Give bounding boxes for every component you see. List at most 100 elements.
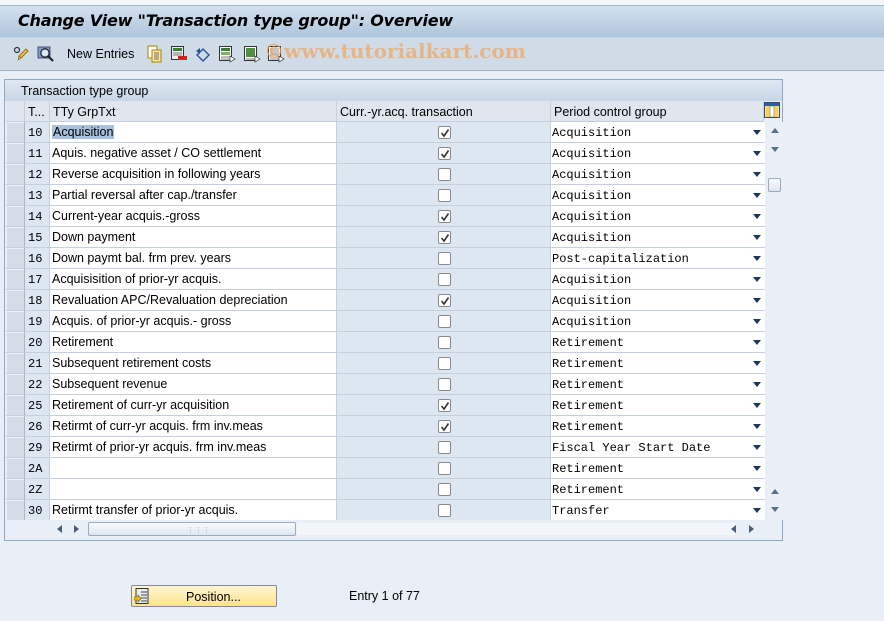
column-header-text[interactable]: TTy GrpTxt	[50, 101, 337, 122]
period-control-group-dropdown[interactable]: Retirement	[551, 416, 765, 437]
row-selector-button[interactable]	[6, 290, 25, 311]
new-entries-button[interactable]: New Entries	[67, 47, 134, 61]
column-header-period-control-group[interactable]: Period control group	[551, 101, 764, 122]
transaction-type-group-text-input[interactable]	[50, 479, 337, 500]
column-header-key[interactable]: T...	[25, 101, 50, 122]
period-control-group-dropdown[interactable]: Post-capitalization	[551, 248, 765, 269]
curr-yr-acq-checkbox[interactable]	[438, 483, 451, 496]
transaction-type-group-text-input[interactable]: Retirmt transfer of prior-yr acquis.	[50, 500, 337, 521]
row-selector-button[interactable]	[6, 269, 25, 290]
dropdown-arrow-icon[interactable]	[753, 508, 761, 513]
row-selector-button[interactable]	[6, 311, 25, 332]
table-settings-icon[interactable]	[764, 102, 780, 118]
select-all-icon[interactable]	[218, 45, 236, 63]
transaction-type-group-text-input[interactable]	[50, 458, 337, 479]
transaction-type-group-text-input[interactable]: Reverse acquisition in following years	[50, 164, 337, 185]
curr-yr-acq-checkbox[interactable]	[438, 273, 451, 286]
period-control-group-dropdown[interactable]: Acquisition	[551, 269, 765, 290]
transaction-type-group-text-input[interactable]: Acquisisition of prior-yr acquis.	[50, 269, 337, 290]
scroll-right-button-right-area[interactable]	[749, 525, 754, 533]
row-selector-button[interactable]	[6, 500, 25, 521]
dropdown-arrow-icon[interactable]	[753, 340, 761, 345]
period-control-group-dropdown[interactable]: Retirement	[551, 395, 765, 416]
display-change-icon[interactable]	[13, 45, 31, 63]
row-selector-button[interactable]	[6, 458, 25, 479]
undo-change-icon[interactable]	[194, 45, 212, 63]
period-control-group-dropdown[interactable]: Fiscal Year Start Date	[551, 437, 765, 458]
select-block-icon[interactable]	[243, 45, 261, 63]
period-control-group-dropdown[interactable]: Acquisition	[551, 143, 765, 164]
curr-yr-acq-checkbox[interactable]	[438, 336, 451, 349]
transaction-type-group-text-input[interactable]: Subsequent retirement costs	[50, 353, 337, 374]
dropdown-arrow-icon[interactable]	[753, 319, 761, 324]
curr-yr-acq-checkbox[interactable]	[438, 399, 451, 412]
dropdown-arrow-icon[interactable]	[753, 487, 761, 492]
dropdown-arrow-icon[interactable]	[753, 445, 761, 450]
dropdown-arrow-icon[interactable]	[753, 424, 761, 429]
curr-yr-acq-checkbox[interactable]	[438, 189, 451, 202]
row-selector-button[interactable]	[6, 227, 25, 248]
transaction-type-group-text-input[interactable]: Partial reversal after cap./transfer	[50, 185, 337, 206]
transaction-type-group-text-input[interactable]: Acquisition	[50, 122, 337, 143]
transaction-type-group-text-input[interactable]: Down payment	[50, 227, 337, 248]
column-header-curr-yr-acq[interactable]: Curr.-yr.acq. transaction	[337, 101, 551, 122]
row-selector-button[interactable]	[6, 332, 25, 353]
period-control-group-dropdown[interactable]: Acquisition	[551, 164, 765, 185]
period-control-group-dropdown[interactable]: Acquisition	[551, 227, 765, 248]
dropdown-arrow-icon[interactable]	[753, 382, 761, 387]
horizontal-scrollbar[interactable]: ⋮⋮⋮	[5, 520, 782, 540]
dropdown-arrow-icon[interactable]	[753, 277, 761, 282]
curr-yr-acq-checkbox[interactable]	[438, 441, 451, 454]
curr-yr-acq-checkbox[interactable]	[438, 126, 451, 139]
dropdown-arrow-icon[interactable]	[753, 256, 761, 261]
transaction-type-group-text-input[interactable]: Revaluation APC/Revaluation depreciation	[50, 290, 337, 311]
find-icon[interactable]	[37, 45, 55, 63]
period-control-group-dropdown[interactable]: Retirement	[551, 353, 765, 374]
vertical-scrollbar[interactable]	[766, 122, 783, 520]
curr-yr-acq-checkbox[interactable]	[438, 504, 451, 517]
dropdown-arrow-icon[interactable]	[753, 130, 761, 135]
row-selector-button[interactable]	[6, 164, 25, 185]
scroll-left-button-right-area[interactable]	[731, 525, 736, 533]
select-all-rows-button[interactable]	[6, 101, 25, 122]
delete-icon[interactable]	[170, 45, 188, 63]
row-selector-button[interactable]	[6, 416, 25, 437]
row-selector-button[interactable]	[6, 437, 25, 458]
row-selector-button[interactable]	[6, 248, 25, 269]
dropdown-arrow-icon[interactable]	[753, 193, 761, 198]
period-control-group-dropdown[interactable]: Retirement	[551, 479, 765, 500]
curr-yr-acq-checkbox[interactable]	[438, 315, 451, 328]
scroll-page-up-button[interactable]	[769, 486, 780, 497]
curr-yr-acq-checkbox[interactable]	[438, 420, 451, 433]
transaction-type-group-text-input[interactable]: Retirement of curr-yr acquisition	[50, 395, 337, 416]
scroll-down-button[interactable]	[769, 504, 780, 515]
row-selector-button[interactable]	[6, 374, 25, 395]
period-control-group-dropdown[interactable]: Acquisition	[551, 311, 765, 332]
period-control-group-dropdown[interactable]: Transfer	[551, 500, 765, 521]
dropdown-arrow-icon[interactable]	[753, 151, 761, 156]
curr-yr-acq-checkbox[interactable]	[438, 231, 451, 244]
horizontal-scroll-track[interactable]	[297, 523, 735, 535]
row-selector-button[interactable]	[6, 395, 25, 416]
scroll-right-button[interactable]	[74, 525, 79, 533]
transaction-type-group-text-input[interactable]: Aquis. negative asset / CO settlement	[50, 143, 337, 164]
transaction-type-group-text-input[interactable]: Retirmt of prior-yr acquis. frm inv.meas	[50, 437, 337, 458]
dropdown-arrow-icon[interactable]	[753, 466, 761, 471]
period-control-group-dropdown[interactable]: Acquisition	[551, 290, 765, 311]
scroll-up-button[interactable]	[769, 125, 780, 136]
period-control-group-dropdown[interactable]: Retirement	[551, 374, 765, 395]
curr-yr-acq-checkbox[interactable]	[438, 378, 451, 391]
dropdown-arrow-icon[interactable]	[753, 235, 761, 240]
curr-yr-acq-checkbox[interactable]	[438, 357, 451, 370]
scroll-left-button[interactable]	[57, 525, 62, 533]
dropdown-arrow-icon[interactable]	[753, 403, 761, 408]
dropdown-arrow-icon[interactable]	[753, 172, 761, 177]
row-selector-button[interactable]	[6, 143, 25, 164]
dropdown-arrow-icon[interactable]	[753, 361, 761, 366]
horizontal-scroll-thumb[interactable]: ⋮⋮⋮	[88, 522, 296, 536]
position-button[interactable]: Position...	[131, 585, 277, 607]
transaction-type-group-text-input[interactable]: Subsequent revenue	[50, 374, 337, 395]
dropdown-arrow-icon[interactable]	[753, 298, 761, 303]
curr-yr-acq-checkbox[interactable]	[438, 210, 451, 223]
deselect-all-icon[interactable]	[267, 45, 285, 63]
